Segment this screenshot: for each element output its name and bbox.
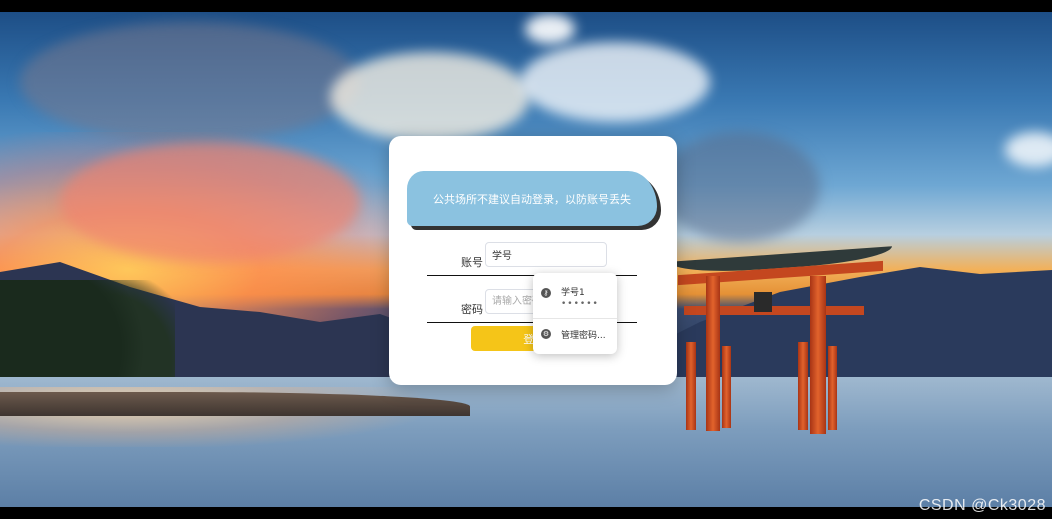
manage-passwords-item[interactable]: ⚙ 管理密码... bbox=[533, 325, 617, 347]
torii-support-pillar bbox=[828, 346, 837, 430]
dropdown-divider bbox=[533, 318, 617, 319]
torii-plaque bbox=[754, 292, 772, 312]
torii-pillar bbox=[706, 276, 720, 431]
password-label: 密码 bbox=[461, 303, 483, 316]
torii-support-pillar bbox=[686, 342, 696, 430]
cloud bbox=[525, 14, 575, 44]
watermark: CSDN @Ck3028 bbox=[918, 497, 1046, 514]
saved-credential-secret: •••••• bbox=[561, 299, 599, 309]
cloud bbox=[1005, 132, 1052, 167]
manage-passwords-label: 管理密码... bbox=[561, 331, 606, 341]
torii-support-pillar bbox=[798, 342, 808, 430]
account-input[interactable] bbox=[485, 242, 607, 267]
account-label: 账号 bbox=[461, 256, 483, 269]
torii-pillar bbox=[810, 276, 826, 434]
cloud bbox=[20, 22, 360, 142]
saved-credential-name: 学号1 bbox=[561, 288, 585, 298]
cloud bbox=[60, 142, 360, 262]
settings-icon: ⚙ bbox=[541, 329, 551, 339]
saved-credential-item[interactable]: ⚷ 学号1 •••••• bbox=[533, 283, 617, 313]
notice-banner: 公共场所不建议自动登录，以防账号丢失 bbox=[407, 171, 657, 226]
cloud bbox=[520, 42, 710, 122]
autocomplete-dropdown: ⚷ 学号1 •••••• ⚙ 管理密码... bbox=[533, 273, 617, 354]
torii-gate bbox=[670, 246, 900, 440]
torii-support-pillar bbox=[722, 346, 731, 428]
cloud bbox=[660, 132, 820, 242]
key-icon: ⚷ bbox=[541, 288, 551, 298]
cloud bbox=[330, 52, 530, 142]
account-row: 账号 bbox=[427, 242, 637, 276]
